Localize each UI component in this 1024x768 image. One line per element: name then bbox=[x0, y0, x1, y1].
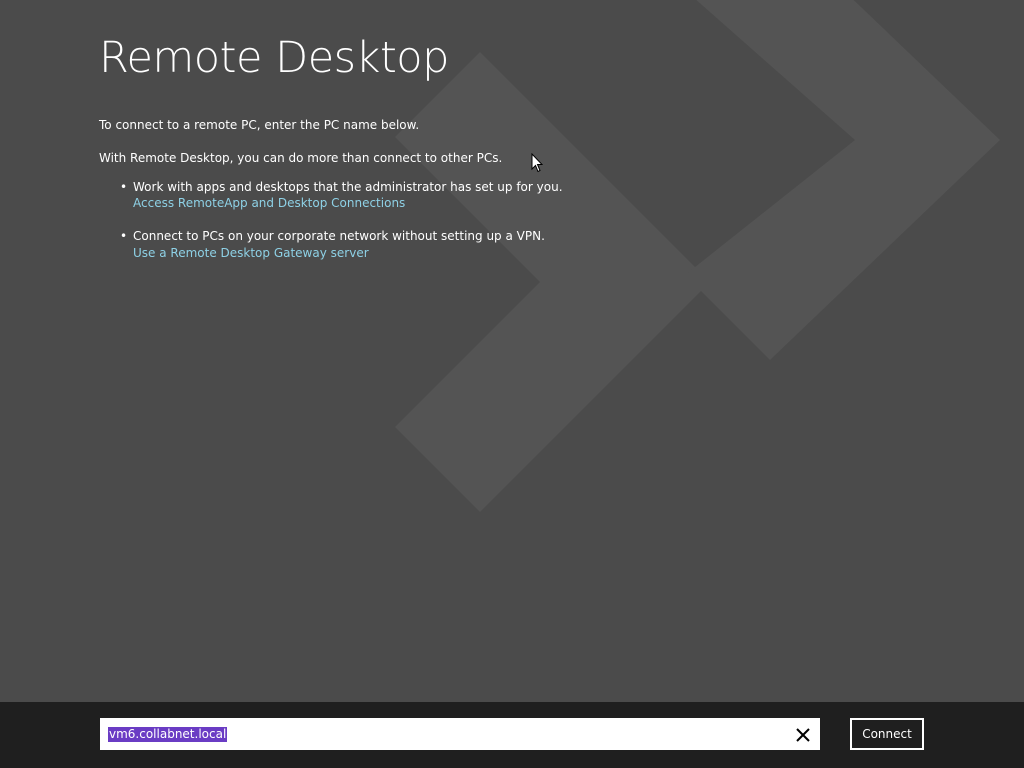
connect-button[interactable]: Connect bbox=[850, 718, 924, 750]
mouse-cursor-icon bbox=[531, 153, 543, 173]
bullet-dot: • bbox=[120, 229, 128, 243]
pc-name-selected-text[interactable]: vm6.collabnet.local bbox=[108, 727, 228, 742]
close-icon bbox=[796, 728, 810, 742]
feature-remoteapp-text: Work with apps and desktops that the adm… bbox=[133, 180, 563, 194]
pc-name-input[interactable]: vm6.collabnet.local bbox=[100, 718, 820, 750]
intro-description: With Remote Desktop, you can do more tha… bbox=[99, 151, 503, 165]
feature-gateway-text: Connect to PCs on your corporate network… bbox=[133, 229, 545, 243]
feature-gateway: • Connect to PCs on your corporate networ… bbox=[120, 229, 545, 243]
intro-instruction: To connect to a remote PC, enter the PC … bbox=[99, 118, 420, 132]
background-chevron-graphic bbox=[395, 0, 1000, 512]
remote-desktop-screen: Remote Desktop To connect to a remote PC… bbox=[0, 0, 1024, 768]
feature-remoteapp: • Work with apps and desktops that the ad… bbox=[120, 180, 563, 194]
remoteapp-link[interactable]: Access RemoteApp and Desktop Connections bbox=[133, 196, 405, 210]
clear-input-button[interactable] bbox=[790, 722, 816, 748]
bullet-dot: • bbox=[120, 180, 128, 194]
gateway-link[interactable]: Use a Remote Desktop Gateway server bbox=[133, 246, 369, 260]
page-title: Remote Desktop bbox=[99, 33, 449, 83]
